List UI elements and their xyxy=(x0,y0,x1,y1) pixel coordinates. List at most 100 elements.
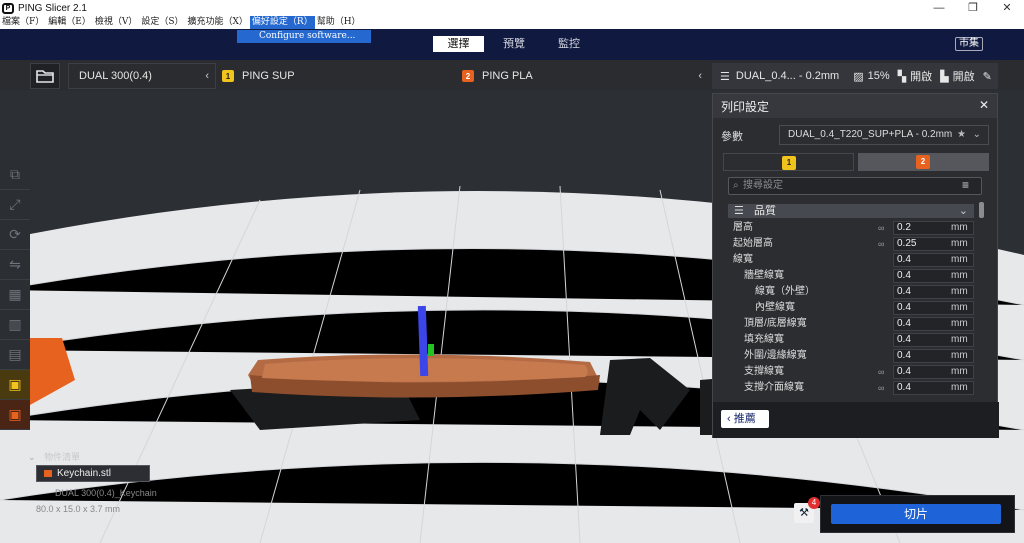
settings-list: 層高 ∞ 0.2 mm 起始層高 ∞ 0.25 mm 線寬 0.4 mm 牆壁線寬 0.4 mm 線寬（外壁… xyxy=(713,220,983,400)
extruder-1-icon: ▣ xyxy=(8,376,22,392)
open-file-button[interactable] xyxy=(30,63,60,89)
print-settings-summary[interactable]: ☰ DUAL_0.4... - 0.2mm ▨ 15% ▚ 開啟 ▙ 開啟 ✎ xyxy=(712,63,998,89)
setting-unit: mm xyxy=(951,270,968,281)
setting-unit: mm xyxy=(951,222,968,233)
setting-label: 層高 xyxy=(733,222,753,233)
recommended-button[interactable]: ‹ 推薦 xyxy=(721,410,769,428)
move-tool-button[interactable]: ⧉ xyxy=(0,160,30,190)
star-icon: ★ xyxy=(957,129,966,140)
support-blocker-button[interactable]: ▥ xyxy=(0,310,30,340)
title-bar: P PING Slicer 2.1 — ❐ ✕ xyxy=(0,0,1024,16)
tab-monitor[interactable]: 監控 xyxy=(545,36,593,52)
setting-row: 層高 ∞ 0.2 mm xyxy=(713,220,983,236)
object-item-keychain[interactable]: Keychain.stl xyxy=(36,465,150,482)
minimize-button[interactable]: — xyxy=(922,0,956,16)
setting-row: 支撐介面線寬 ∞ 0.4 mm xyxy=(713,380,983,396)
setting-unit: mm xyxy=(951,286,968,297)
extruder-2-icon: ▣ xyxy=(8,406,22,422)
menu-item-configure-software[interactable]: Configure software... xyxy=(237,30,371,43)
profile-summary: DUAL_0.4... - 0.2mm xyxy=(735,70,840,82)
chevron-down-icon: ⌄ xyxy=(28,452,36,462)
setting-label: 支撐介面線寬 xyxy=(744,382,804,393)
setting-unit: mm xyxy=(951,254,968,265)
extruder-1-selector[interactable]: 1 PING SUP xyxy=(222,63,462,89)
print-settings-panel: 列印設定 ✕ 參數 DUAL_0.4_T220_SUP+PLA - 0.2mm … xyxy=(712,93,999,438)
menu-bar: 檔案（F） 編輯（E） 檢視（V） 設定（S） 擴充功能（X） 偏好設定（R） … xyxy=(0,16,1024,29)
setting-unit: mm xyxy=(951,366,968,377)
setting-label: 牆壁線寬 xyxy=(744,270,784,281)
link-icon: ∞ xyxy=(878,239,885,249)
folder-icon xyxy=(36,70,54,83)
tab-prepare[interactable]: 選擇 xyxy=(433,36,484,52)
setting-unit: mm xyxy=(951,238,968,249)
setting-unit: mm xyxy=(951,382,968,393)
stage-nav: 選擇 預覽 監控 市集 xyxy=(0,29,1024,60)
param-label: 參數 xyxy=(721,131,743,143)
menu-help[interactable]: 幫助（H） xyxy=(315,16,363,29)
setting-label: 起始層高 xyxy=(733,238,773,249)
setting-unit: mm xyxy=(951,318,968,329)
object-filename: Keychain.stl xyxy=(57,468,111,479)
menu-preferences[interactable]: 偏好設定（R） xyxy=(249,16,315,29)
settings-search-input[interactable]: ⌕ 搜尋設定 xyxy=(728,177,982,195)
menu-icon[interactable]: ≡ xyxy=(962,178,969,192)
wrench-icon: ⚒ xyxy=(799,507,809,519)
extruder-2-material: PING PLA xyxy=(482,70,533,82)
link-icon: ∞ xyxy=(878,367,885,377)
setting-row: 支撐線寬 ∞ 0.4 mm xyxy=(713,364,983,380)
section-title: 品質 xyxy=(754,205,776,217)
setting-label: 填充線寬 xyxy=(744,334,784,345)
profile-selector[interactable]: DUAL_0.4_T220_SUP+PLA - 0.2mm ★ ⌄ xyxy=(779,125,989,145)
chevron-down-icon: ⌄ xyxy=(972,129,981,140)
app-logo-icon: P xyxy=(2,2,14,14)
scale-tool-button[interactable]: ⤢ xyxy=(0,190,30,220)
section-quality[interactable]: ☰ 品質 ⌄ xyxy=(728,204,974,218)
setting-unit: mm xyxy=(951,350,968,361)
tools-button[interactable]: ⚒ 4 xyxy=(794,497,820,523)
extruder-tab-1[interactable]: 1 xyxy=(723,153,854,171)
extruder-tabs: 1 2 xyxy=(723,153,991,171)
extruder-2-tool-button[interactable]: ▣ xyxy=(0,400,30,430)
panel-close-icon[interactable]: ✕ xyxy=(979,98,989,112)
marketplace-button[interactable]: 市集 xyxy=(955,37,983,51)
rotate-tool-button[interactable]: ⟳ xyxy=(0,220,30,250)
setting-row: 起始層高 ∞ 0.25 mm xyxy=(713,236,983,252)
maximize-button[interactable]: ❐ xyxy=(956,0,990,16)
notification-badge: 4 xyxy=(808,497,820,509)
extruder-1-badge: 1 xyxy=(222,70,234,82)
edit-icon: ✎ xyxy=(982,70,992,83)
profile-icon: ☰ xyxy=(720,70,730,83)
menu-file[interactable]: 檔案（F） xyxy=(0,16,46,29)
setting-row: 線寬 0.4 mm xyxy=(713,252,983,268)
settings-scrollbar[interactable] xyxy=(979,202,984,218)
infill-value: 15% xyxy=(867,70,890,82)
extruder-tab-2[interactable]: 2 xyxy=(858,153,989,171)
close-button[interactable]: ✕ xyxy=(990,0,1024,16)
menu-edit[interactable]: 編輯（E） xyxy=(46,16,93,29)
profile-name: DUAL_0.4_T220_SUP+PLA - 0.2mm xyxy=(788,129,953,140)
machine-name: DUAL 300(0.4) xyxy=(79,70,152,82)
mirror-tool-button[interactable]: ⇋ xyxy=(0,250,30,280)
object-dimensions: 80.0 x 15.0 x 3.7 mm xyxy=(36,504,121,514)
setting-label: 線寬（外壁） xyxy=(755,286,815,297)
layer-tool-button[interactable]: ▤ xyxy=(0,340,30,370)
setting-row: 內壁線寬 0.4 mm xyxy=(713,300,983,316)
left-toolbar: ⧉ ⤢ ⟳ ⇋ ▦ ▥ ▤ ▣ ▣ xyxy=(0,160,30,430)
printer-bar: DUAL 300(0.4) ‹ 1 PING SUP 2 PING PLA ‹ … xyxy=(0,60,1024,90)
object-list-toggle[interactable]: ⌄ 物件清單 xyxy=(28,450,208,463)
scale-icon: ⤢ xyxy=(9,196,21,212)
setting-row: 牆壁線寬 0.4 mm xyxy=(713,268,983,284)
slice-button[interactable]: 切片 xyxy=(831,504,1001,524)
support-icon: ▚ xyxy=(897,70,907,83)
tab-preview[interactable]: 預覽 xyxy=(490,36,538,52)
extruder-1-tool-button[interactable]: ▣ xyxy=(0,370,30,400)
menu-extensions[interactable]: 擴充功能（X） xyxy=(186,16,250,29)
extruder-2-selector[interactable]: 2 PING PLA ‹ xyxy=(462,63,708,89)
per-model-settings-button[interactable]: ▦ xyxy=(0,280,30,310)
extruder-tab-2-badge: 2 xyxy=(916,155,930,169)
machine-selector[interactable]: DUAL 300(0.4) ‹ xyxy=(68,63,216,89)
menu-settings[interactable]: 設定（S） xyxy=(139,16,185,29)
setting-row: 線寬（外壁） 0.4 mm xyxy=(713,284,983,300)
setting-row: 外圍/邊緣線寬 0.4 mm xyxy=(713,348,983,364)
menu-view[interactable]: 檢視（V） xyxy=(93,16,140,29)
